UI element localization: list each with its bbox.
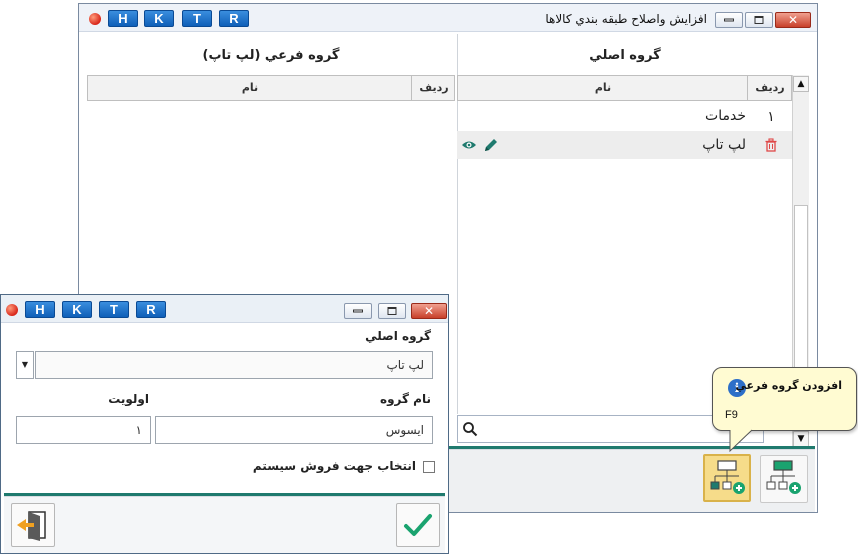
minimize-button[interactable] — [344, 303, 372, 319]
dialog-titlebar: H K T R ✕ — [1, 295, 448, 323]
exit-button[interactable] — [11, 503, 55, 547]
maximize-button[interactable] — [745, 12, 773, 28]
sell-system-checkbox[interactable] — [423, 461, 435, 473]
tooltip-shortcut: F9 — [725, 409, 738, 421]
col-name-header[interactable]: نام — [458, 76, 748, 100]
tooltip-title: افزودن گروه فرعي — [735, 379, 842, 392]
tooltip-pointer — [729, 429, 753, 453]
minimize-icon — [353, 309, 363, 313]
priority-field[interactable]: ١ — [16, 416, 151, 444]
confirm-icon — [404, 514, 432, 536]
maximize-button[interactable] — [378, 303, 406, 319]
sub-group-title: گروه فرعي (لپ تاپ) — [202, 48, 340, 63]
subgroup-dialog: H K T R ✕ گروه اصلي ▼ لپ تاپ نام گروه او… — [0, 294, 449, 554]
edit-icon[interactable] — [483, 137, 499, 157]
chevron-down-icon[interactable]: ▼ — [16, 351, 34, 379]
minimize-button[interactable] — [715, 12, 743, 28]
scroll-down-button[interactable]: ▼ — [793, 431, 809, 447]
sell-system-checkbox-label[interactable]: انتخاب جهت فروش سيستم — [253, 459, 416, 473]
apple-icon — [89, 13, 101, 25]
hotkey-t-button[interactable]: T — [99, 301, 129, 318]
search-icon — [462, 421, 478, 440]
add-subgroup-icon — [710, 460, 745, 494]
hotkey-h-button[interactable]: H — [25, 301, 55, 318]
add-group-button[interactable] — [760, 455, 808, 503]
exit-icon — [17, 511, 46, 541]
col-name-header[interactable]: نام — [88, 76, 412, 100]
priority-label: اولويت — [108, 392, 149, 406]
hotkey-r-button[interactable]: R — [219, 10, 249, 27]
delete-icon[interactable] — [750, 131, 792, 161]
main-group-label: گروه اصلي — [365, 329, 431, 343]
col-index-header[interactable]: رديف — [748, 76, 792, 100]
close-icon: ✕ — [423, 304, 435, 318]
row-name: لپ تاپ — [702, 137, 746, 153]
row-index: ١ — [767, 108, 775, 124]
add-subgroup-button[interactable] — [703, 454, 751, 502]
main-group-select[interactable]: لپ تاپ — [35, 351, 433, 379]
apple-icon — [6, 304, 18, 316]
hotkey-k-button[interactable]: K — [144, 10, 174, 27]
scroll-up-button[interactable]: ▲ — [793, 76, 809, 92]
hotkey-t-button[interactable]: T — [182, 10, 212, 27]
hotkey-r-button[interactable]: R — [136, 301, 166, 318]
table-row-selected[interactable]: لپ تاپ — [457, 131, 792, 159]
sub-group-grid-header: نام رديف — [87, 75, 455, 101]
row-name: خدمات — [705, 108, 746, 124]
main-group-title: گروه اصلي — [589, 48, 661, 63]
dialog-footer — [4, 496, 445, 553]
main-group-grid-header: نام رديف — [457, 75, 792, 101]
col-index-header[interactable]: رديف — [412, 76, 456, 100]
group-name-label: نام گروه — [380, 392, 431, 406]
table-row[interactable]: ١ خدمات — [457, 102, 792, 130]
close-icon: ✕ — [787, 13, 799, 27]
add-subgroup-tooltip: i افزودن گروه فرعي F9 — [712, 367, 857, 431]
confirm-button[interactable] — [396, 503, 440, 547]
close-button[interactable]: ✕ — [775, 12, 811, 28]
close-button[interactable]: ✕ — [411, 303, 447, 319]
main-titlebar: H K T R افزايش واصلاح طبقه بندي كالاها ✕ — [79, 4, 817, 32]
window-title: افزايش واصلاح طبقه بندي كالاها — [545, 12, 707, 26]
hotkey-h-button[interactable]: H — [108, 10, 138, 27]
hotkey-k-button[interactable]: K — [62, 301, 92, 318]
group-name-field[interactable]: ايسوس — [155, 416, 433, 444]
view-icon[interactable] — [461, 138, 477, 156]
add-group-icon — [766, 460, 801, 494]
minimize-icon — [724, 18, 734, 22]
maximize-icon — [754, 16, 764, 24]
maximize-icon — [387, 307, 397, 315]
